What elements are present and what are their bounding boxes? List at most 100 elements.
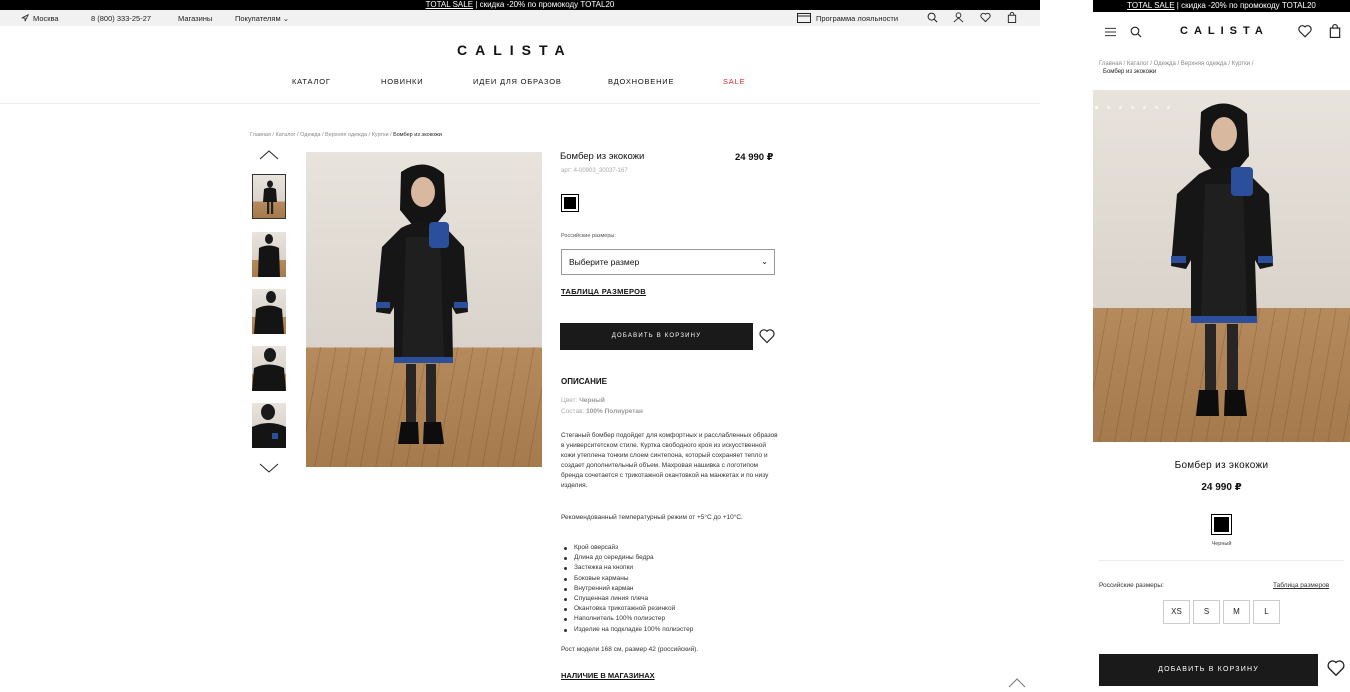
swatch-fill: [1214, 517, 1229, 532]
nav-catalog[interactable]: КАТАЛОГ: [292, 77, 331, 86]
size-option-xs[interactable]: XS: [1163, 600, 1190, 624]
stores-link[interactable]: Магазины: [178, 14, 212, 23]
cart-bag-icon[interactable]: [1007, 12, 1017, 23]
crumb-home[interactable]: Главная: [250, 132, 271, 138]
main-product-image[interactable]: [306, 152, 542, 467]
list-item: Внутренний карман: [561, 584, 693, 594]
customers-menu[interactable]: Покупателям ⌄: [235, 14, 289, 23]
mobile-divider: [1099, 560, 1344, 561]
thumbnail-2[interactable]: [252, 232, 286, 277]
scroll-to-top-icon[interactable]: [1008, 678, 1026, 688]
city-link[interactable]: Москва: [33, 14, 59, 23]
size-option-s[interactable]: S: [1193, 600, 1220, 624]
mobile-breadcrumb[interactable]: Главная / Каталог / Одежда / Верхняя оде…: [1099, 61, 1253, 67]
sku-label: арт:: [561, 168, 572, 174]
heart-icon[interactable]: [980, 12, 991, 23]
description-title: ОПИСАНИЕ: [561, 377, 607, 386]
swatch-fill: [564, 197, 576, 209]
list-item: Крой оверсайз: [561, 543, 693, 553]
gallery-dot[interactable]: [1131, 106, 1134, 109]
loyalty-link[interactable]: Программа лояльности: [816, 14, 898, 23]
mobile-color-name: Черный: [1211, 541, 1232, 547]
desktop-view: TOTAL SALE | скидка -20% по промокоду TO…: [0, 0, 1040, 692]
mobile-size-table-link[interactable]: Таблица размеров: [1273, 582, 1329, 589]
color-value: Черный: [579, 397, 605, 404]
list-item: Наполнитель 100% полиэстер: [561, 614, 693, 624]
gallery-dot[interactable]: [1167, 106, 1170, 109]
sku-value: 4-00903_30037-167: [573, 168, 628, 174]
mobile-brand-logo[interactable]: CALISTA: [1180, 25, 1269, 37]
thumbnail-5[interactable]: [252, 403, 286, 448]
list-item: Спущенная линия плеча: [561, 594, 693, 604]
model-figure: [376, 164, 468, 444]
gallery-dot[interactable]: [1107, 106, 1110, 109]
crumb-current: Бомбер из экокожи: [393, 132, 442, 138]
list-item: Окантовка трикотажной резинкой: [561, 604, 693, 614]
gallery-dot-active[interactable]: [1095, 106, 1098, 109]
add-to-cart-button[interactable]: ДОБАВИТЬ В КОРЗИНУ: [560, 323, 753, 350]
color-line: Цвет: Черный: [561, 397, 605, 404]
composition-value: 100% Полиуретан: [586, 408, 643, 415]
list-item: Длина до середины бедра: [561, 553, 693, 563]
model-info-text: Рост модели 168 см, размер 42 (российски…: [561, 646, 699, 653]
thumbnail-1[interactable]: [252, 174, 286, 219]
product-title: Бомбер из экокожи: [560, 151, 645, 162]
location-arrow-icon: [21, 14, 29, 22]
promo-text: | скидка -20% по промокоду TOTAL20: [473, 0, 615, 9]
size-table-link[interactable]: ТАБЛИЦА РАЗМЕРОВ: [561, 287, 646, 296]
size-select-value: Выберите размер: [569, 257, 640, 267]
size-option-m[interactable]: M: [1223, 600, 1250, 624]
wishlist-heart-icon[interactable]: [759, 329, 775, 344]
composition-label: Состав:: [561, 408, 585, 415]
thumbnail-model-figure: [252, 348, 286, 391]
mobile-wishlist-heart-icon[interactable]: [1327, 660, 1345, 677]
search-icon[interactable]: [927, 12, 938, 23]
list-item: Изделие на подкладке 100% полиэстер: [561, 625, 693, 635]
gallery-dot[interactable]: [1119, 106, 1122, 109]
mobile-promo-link[interactable]: TOTAL SALE: [1127, 1, 1174, 10]
temperature-text: Рекомендованный температурный режим от +…: [561, 514, 743, 521]
crumb-jackets[interactable]: Куртки: [372, 132, 389, 138]
hamburger-menu-icon[interactable]: [1105, 27, 1116, 37]
mobile-view: TOTAL SALE | скидка -20% по промокоду TO…: [1093, 0, 1350, 692]
chevron-up-icon[interactable]: [259, 150, 279, 160]
size-option-l[interactable]: L: [1253, 600, 1280, 624]
gallery-dot[interactable]: [1155, 106, 1158, 109]
mobile-cart-icon[interactable]: [1329, 24, 1341, 38]
chevron-down-icon: ⌄: [282, 14, 290, 23]
thumbnail-3[interactable]: [252, 289, 286, 334]
crumb-clothing[interactable]: Одежда: [300, 132, 320, 138]
color-swatch-black[interactable]: [561, 194, 579, 212]
store-availability-link[interactable]: НАЛИЧИЕ В МАГАЗИНАХ: [561, 671, 655, 680]
gallery-dot[interactable]: [1143, 106, 1146, 109]
top-bar: Москва 8 (800) 333-25-27 Магазины Покупа…: [0, 10, 1040, 26]
mobile-heart-icon[interactable]: [1298, 25, 1312, 38]
mobile-product-price: 24 990 ₽: [1201, 482, 1242, 493]
product-price: 24 990 ₽: [735, 152, 774, 163]
composition-line: Состав: 100% Полиуретан: [561, 408, 643, 415]
crumb-outerwear[interactable]: Верхняя одежда: [325, 132, 367, 138]
user-icon[interactable]: [953, 12, 964, 23]
thumbnail-model-figure: [258, 234, 280, 277]
size-select[interactable]: Выберите размер ⌄: [561, 249, 775, 275]
description-text: Стеганый бомбер подойдет для комфортных …: [561, 432, 778, 489]
list-item: Застежка на кнопки: [561, 563, 693, 573]
sizes-label: Российские размеры:: [561, 233, 616, 239]
nav-outfit-ideas[interactable]: ИДЕИ ДЛЯ ОБРАЗОВ: [473, 77, 562, 86]
loyalty-card-icon: [797, 13, 811, 23]
mobile-add-to-cart-button[interactable]: ДОБАВИТЬ В КОРЗИНУ: [1099, 654, 1318, 686]
mobile-color-swatch-black[interactable]: [1211, 514, 1232, 535]
mobile-search-icon[interactable]: [1130, 26, 1142, 38]
nav-new[interactable]: НОВИНКИ: [381, 77, 423, 86]
phone-link[interactable]: 8 (800) 333-25-27: [91, 14, 151, 23]
chevron-down-icon[interactable]: [259, 463, 279, 473]
mobile-product-image[interactable]: [1093, 90, 1350, 442]
thumbnail-4[interactable]: [252, 346, 286, 391]
mobile-promo-banner: TOTAL SALE | скидка -20% по промокоду TO…: [1093, 0, 1350, 12]
promo-link[interactable]: TOTAL SALE: [426, 0, 473, 9]
brand-logo[interactable]: CALISTA: [457, 42, 573, 58]
crumb-catalog[interactable]: Каталог: [276, 132, 296, 138]
nav-sale[interactable]: SALE: [723, 77, 745, 86]
header-divider: [0, 103, 1040, 104]
nav-inspiration[interactable]: ВДОХНОВЕНИЕ: [608, 77, 674, 86]
